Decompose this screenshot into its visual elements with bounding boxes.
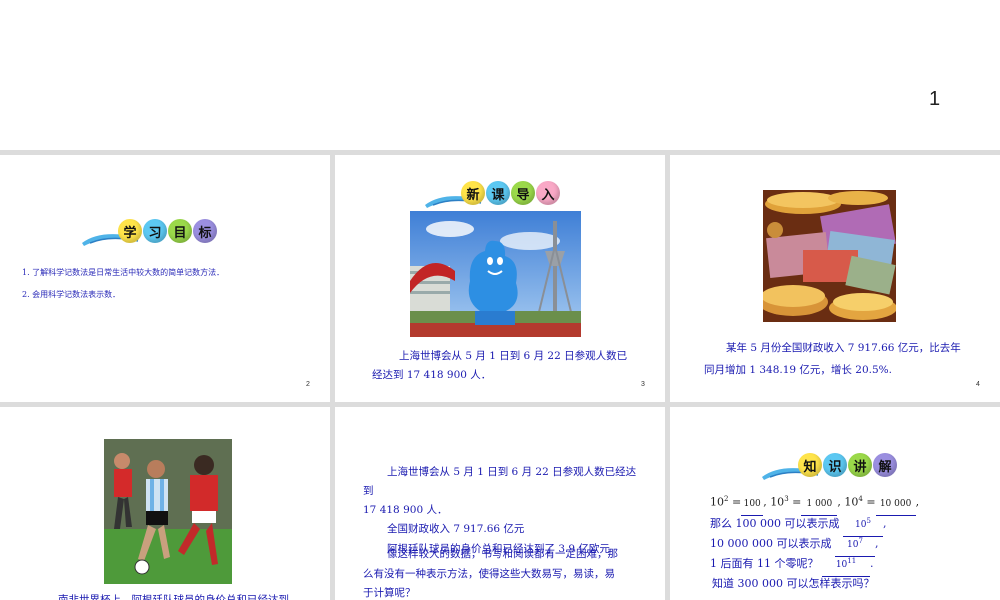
banner-char: 新: [461, 181, 485, 205]
summary-line3: 17 418 900 人．: [363, 504, 448, 516]
learning-goal-2: 2. 会用科学记数法表示数．: [22, 290, 121, 299]
slide-number: 2: [306, 381, 310, 388]
learning-goal-1: 1. 了解科学记数法是日常生活中较大数的简单记数方法．: [22, 268, 225, 277]
banner-char: 目: [168, 219, 192, 243]
banner-char: 解: [873, 453, 897, 477]
expo-mascot-photo: [410, 211, 581, 337]
banner-char: 课: [486, 181, 510, 205]
summary-line4: 全国财政收入 7 917.66 亿元: [387, 523, 525, 535]
slide-thumbnail-2[interactable]: 学 习 目 标 1. 了解科学记数法是日常生活中较大数的简单记数方法． 2. 会…: [0, 155, 330, 402]
revenue-text-line2: 同月增加 1 348.19 亿元，增长 20.5%.: [704, 364, 892, 376]
banner-char: 导: [511, 181, 535, 205]
currency-coins-photo: [763, 190, 896, 322]
worldcup-text-line1: 南非世界杯上，阿根廷队球员的身价总和已经达到: [58, 594, 289, 600]
summary-line8: 于计算呢？: [363, 587, 416, 599]
three-hundred-thousand-question: 知道 300 000 可以怎样表示吗？: [712, 577, 875, 590]
expo-text-line1: 上海世博会从 5 月 1 日到 6 月 22 日参观人数已: [399, 350, 628, 362]
expo-text-line2: 经达到 17 418 900 人．: [372, 369, 492, 381]
summary-line6: 像这样较大的数据，书写和阅读都有一定困难，那: [387, 548, 618, 560]
slide-thumbnail-6[interactable]: 上海世博会从 5 月 1 日到 6 月 22 日参观人数已经达 到 17 418…: [335, 407, 665, 600]
banner-char: 入: [536, 181, 560, 205]
slide-thumbnail-4[interactable]: 某年 5 月份全国财政收入 7 917.66 亿元，比去年 同月增加 1 348…: [670, 155, 1000, 402]
slide-thumbnail-7[interactable]: 知 识 讲 解 102 = 100, 103 = 1 000, 104 = 10 00…: [670, 407, 1000, 600]
summary-line7: 么有没有一种表示方法，使得这些大数易写，易读，易: [363, 568, 615, 580]
football-players-photo: [104, 439, 232, 584]
summary-line2: 到: [363, 485, 374, 497]
banner-char: 讲: [848, 453, 872, 477]
banner-char: 知: [798, 453, 822, 477]
page-number: 1: [929, 88, 941, 110]
title-page: 1: [0, 0, 1000, 150]
slide-number: 4: [976, 381, 980, 388]
banner-char: 识: [823, 453, 847, 477]
learning-goals-banner: 学 习 目 标: [80, 219, 220, 249]
slide-thumbnail-5[interactable]: 南非世界杯上，阿根廷队球员的身价总和已经达到: [0, 407, 330, 600]
knowledge-explanation-banner: 知 识 讲 解: [760, 453, 900, 483]
slide-thumbnail-3[interactable]: 新 课 导 入 上海世博会从 5 月 1 日到 6 月 22 日参观人数已 经达…: [335, 155, 665, 402]
revenue-text-line1: 某年 5 月份全国财政收入 7 917.66 亿元，比去年: [726, 342, 961, 354]
new-lesson-banner: 新 课 导 入: [423, 181, 563, 211]
slide-number: 3: [641, 381, 645, 388]
banner-char: 标: [193, 219, 217, 243]
summary-line1: 上海世博会从 5 月 1 日到 6 月 22 日参观人数已经达: [387, 466, 637, 478]
banner-char: 学: [118, 219, 142, 243]
banner-char: 习: [143, 219, 167, 243]
